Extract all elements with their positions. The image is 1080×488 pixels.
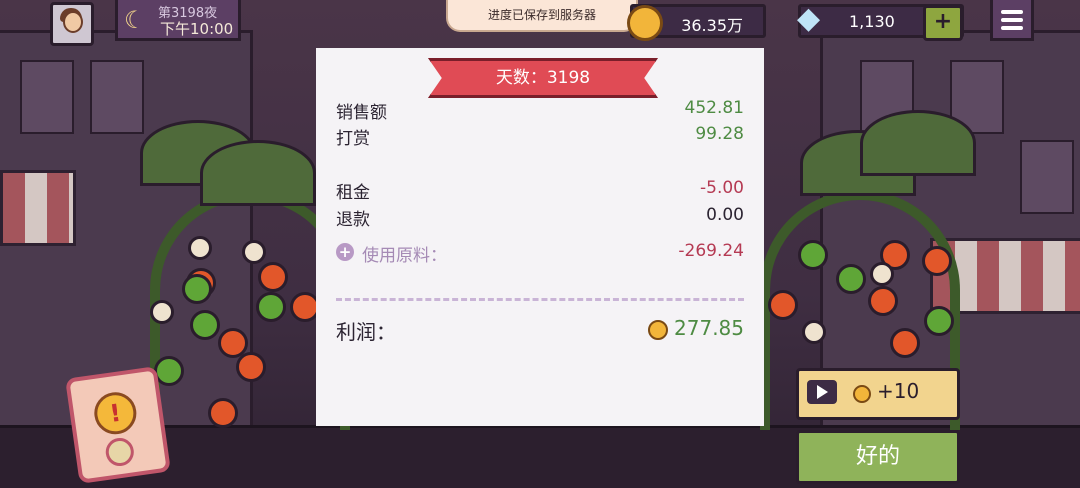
window xyxy=(1020,140,1074,214)
game-time: 下午10:00 xyxy=(160,20,234,38)
row-label: 打赏 xyxy=(336,129,370,149)
jalapeno-slice xyxy=(256,292,286,322)
ok-button[interactable]: 好的 xyxy=(796,430,960,484)
jalapeno-slice xyxy=(190,310,220,340)
row-value: -5.00 xyxy=(700,178,744,198)
add-gems-button[interactable]: + xyxy=(923,5,963,41)
receipt-row-refund: 退款 0.00 xyxy=(336,205,744,230)
row-label: 销售额 xyxy=(336,103,387,123)
tomato-slice xyxy=(208,398,238,428)
menu-icon xyxy=(1001,18,1023,22)
palm-leaves-right xyxy=(860,110,976,176)
tomato-slice xyxy=(236,352,266,382)
tomato-slice xyxy=(868,286,898,316)
window xyxy=(90,60,144,134)
coin-balance[interactable]: 36.35万 xyxy=(627,4,766,41)
awning-left xyxy=(0,170,76,246)
jalapeno-slice xyxy=(182,274,212,304)
torn-edge xyxy=(316,426,764,440)
night-counter: ☾ 第3198夜 下午10:00 xyxy=(115,0,241,41)
row-value: -269.24 xyxy=(678,241,744,261)
jalapeno-slice xyxy=(154,356,184,386)
tomato-slice xyxy=(922,246,952,276)
menu-button[interactable] xyxy=(990,0,1034,41)
row-value: 452.81 xyxy=(684,98,744,118)
coin-value: 36.35万 xyxy=(681,16,743,35)
profit-value: 277.85 xyxy=(674,316,744,340)
day-banner: 天数：3198 xyxy=(428,58,658,98)
row-value: 0.00 xyxy=(706,205,744,225)
garlic-clove xyxy=(150,300,174,324)
row-label: 租金 xyxy=(336,183,370,203)
jalapeno-slice xyxy=(798,240,828,270)
row-value: 99.28 xyxy=(695,124,744,144)
avatar[interactable] xyxy=(50,2,94,46)
garlic-clove xyxy=(802,320,826,344)
coin-icon xyxy=(627,5,663,41)
alert-icon: ! xyxy=(91,389,140,437)
add-circle-icon[interactable]: + xyxy=(336,243,354,261)
window xyxy=(20,60,74,134)
avatar-face xyxy=(63,11,83,33)
tomato-slice xyxy=(768,290,798,320)
ad-reward-label: +10 xyxy=(877,379,920,403)
gem-value: 1,130 xyxy=(849,12,895,31)
row-label: 退款 xyxy=(336,210,370,230)
menu-icon xyxy=(1001,10,1023,14)
profit-label: 利润： xyxy=(336,320,396,344)
daily-receipt: 天数：3198 销售额 452.81 打赏 99.28 租金 -5.00 退款 … xyxy=(316,48,764,440)
menu-icon xyxy=(1001,26,1023,30)
save-toast: 进度已保存到服务器 xyxy=(446,0,638,32)
gem-balance[interactable]: ◆ 1,130 + xyxy=(797,1,964,41)
card-ring xyxy=(103,436,136,468)
garlic-clove xyxy=(188,236,212,260)
diamond-icon: ◆ xyxy=(797,1,821,36)
garlic-clove xyxy=(242,240,266,264)
moon-icon: ☾ xyxy=(124,6,146,34)
receipt-row-ingredients[interactable]: + 使用原料： -269.24 xyxy=(336,241,744,266)
row-label: 使用原料： xyxy=(362,246,447,266)
play-video-icon xyxy=(807,380,837,404)
coin-icon xyxy=(648,320,668,340)
watch-ad-button[interactable]: +10 xyxy=(796,368,960,420)
palm-leaves-left xyxy=(200,140,316,206)
garlic-clove xyxy=(870,262,894,286)
tomato-slice xyxy=(258,262,288,292)
alert-card[interactable]: ! xyxy=(65,366,171,484)
receipt-row-sales: 销售额 452.81 xyxy=(336,98,744,123)
receipt-row-tips: 打赏 99.28 xyxy=(336,124,744,149)
coin-icon xyxy=(853,385,871,403)
tomato-slice xyxy=(890,328,920,358)
receipt-row-rent: 租金 -5.00 xyxy=(336,178,744,203)
jalapeno-slice xyxy=(924,306,954,336)
divider xyxy=(336,298,744,301)
jalapeno-slice xyxy=(836,264,866,294)
receipt-profit: 利润： 277.85 xyxy=(336,316,744,346)
